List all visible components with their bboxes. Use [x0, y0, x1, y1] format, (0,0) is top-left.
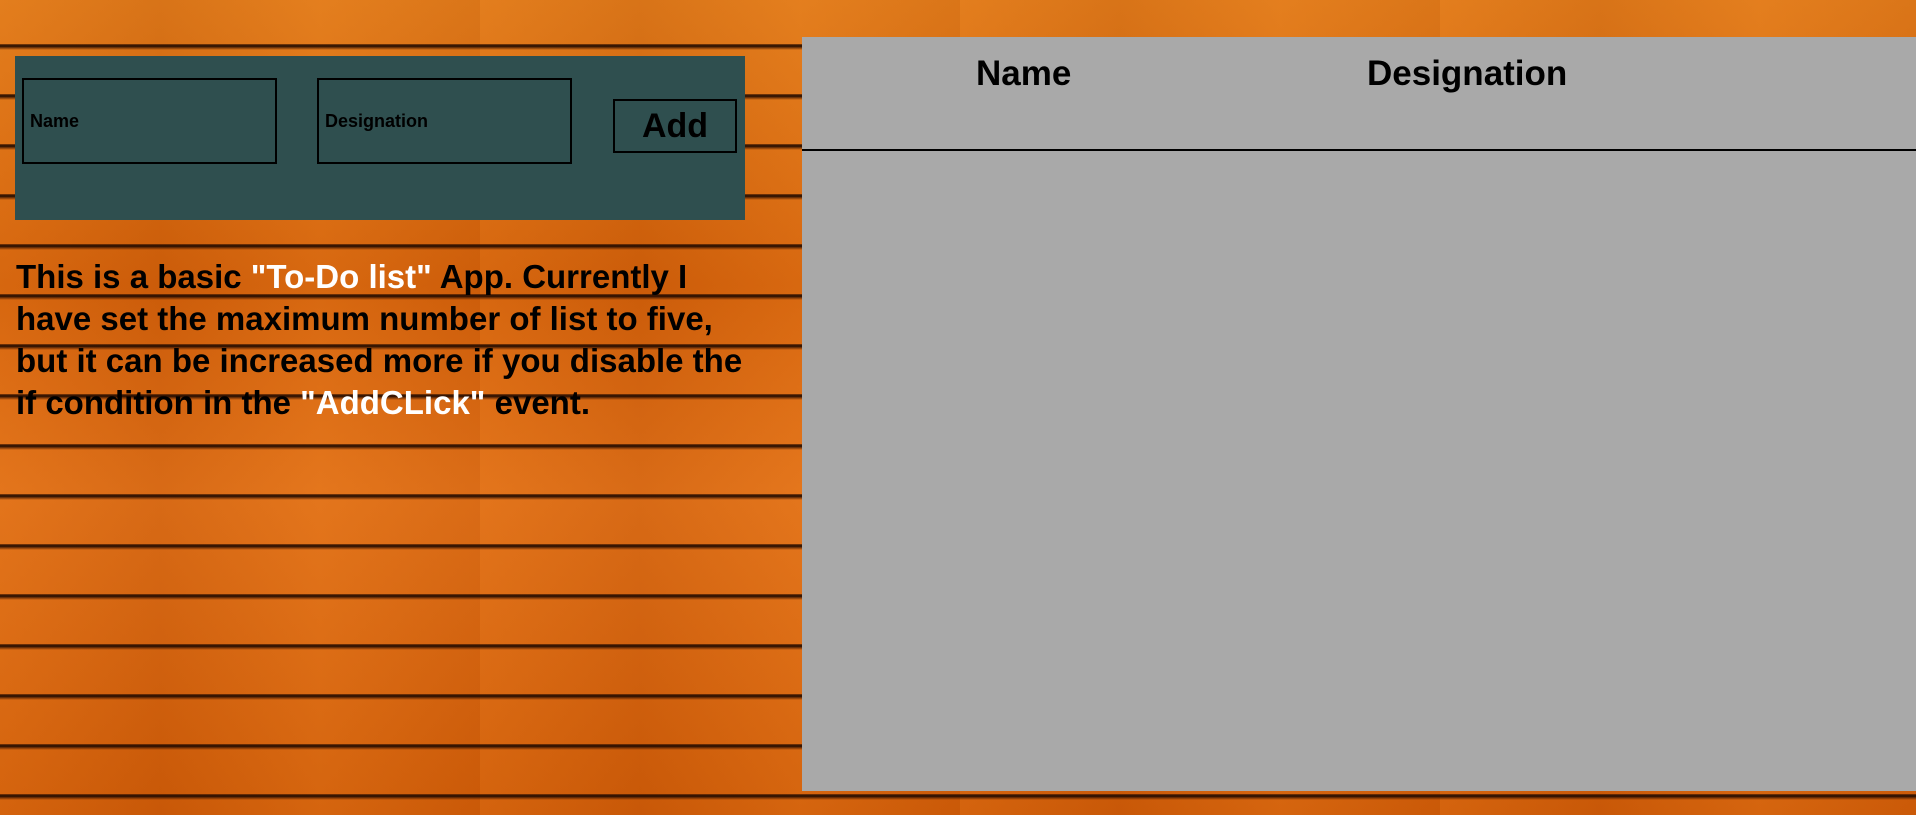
add-item-form: Add [15, 56, 745, 220]
description-text-1: This is a basic [16, 258, 251, 295]
todo-list-panel: Name Designation [802, 37, 1916, 791]
designation-input[interactable] [317, 78, 572, 164]
column-header-designation: Designation [1367, 54, 1568, 93]
app-description: This is a basic "To-Do list" App. Curren… [16, 256, 756, 424]
list-header: Name Designation [802, 37, 1916, 151]
description-highlight-todo: "To-Do list" [250, 258, 432, 295]
description-text-3: event. [485, 384, 590, 421]
column-header-name: Name [976, 54, 1072, 93]
description-highlight-addclick: "AddCLick" [300, 384, 486, 421]
add-button[interactable]: Add [613, 99, 737, 153]
name-input[interactable] [22, 78, 277, 164]
